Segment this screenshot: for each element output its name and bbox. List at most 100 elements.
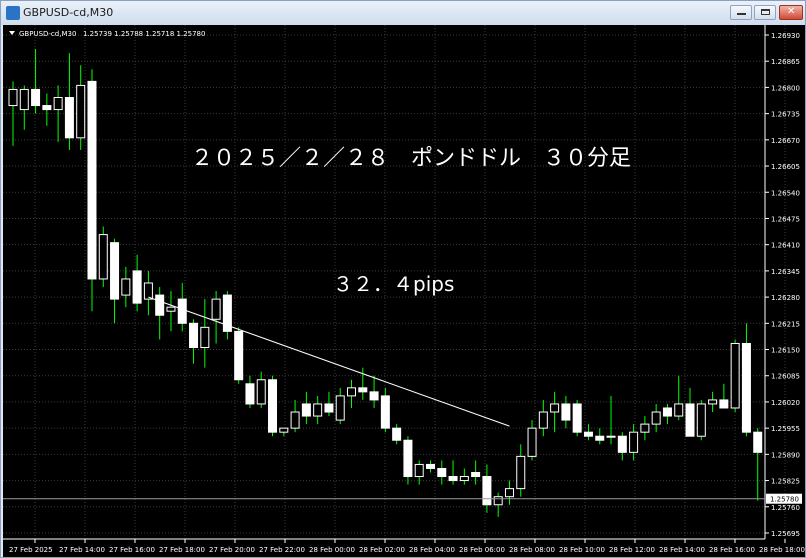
candle-body-bear	[301, 403, 311, 417]
candle-body-bull	[19, 88, 29, 111]
price-tick-label: 1.26410	[771, 242, 800, 250]
chart-header-arrow-icon	[9, 31, 15, 35]
time-tick-label: 28 Feb 12:00	[609, 546, 655, 554]
time-tick-label: 28 Feb 14:00	[659, 546, 705, 554]
candle-body-bear	[403, 439, 413, 478]
candle-body-bull	[696, 403, 706, 437]
price-tick-label: 1.26540	[771, 189, 800, 197]
candle-body-bear	[177, 298, 187, 324]
candle-body-bear	[234, 330, 244, 381]
candle-body-bull	[279, 427, 289, 433]
price-tick-label: 1.26345	[771, 268, 800, 276]
minimize-button[interactable]	[730, 5, 752, 20]
candle-body-bull	[674, 403, 684, 417]
price-tick-label: 1.26215	[771, 320, 800, 328]
price-tick-label: 1.26150	[771, 347, 800, 355]
candle-body-bull	[290, 411, 300, 429]
symbol-timeframe: GBPUSD-cd,M30	[19, 30, 76, 38]
chart-window-icon	[6, 6, 20, 20]
candle-body-bear	[87, 80, 97, 280]
candle-body-bull	[550, 403, 560, 413]
candle-body-bear	[482, 476, 492, 506]
window-title: GBPUSD-cd,M30	[23, 6, 114, 19]
candle-body-bear	[437, 467, 447, 478]
price-tick-label: 1.26605	[771, 163, 800, 171]
candle-body-bear	[425, 463, 435, 469]
candle-body-bear	[132, 270, 142, 304]
candle-body-bear	[572, 403, 582, 433]
time-tick-label: 27 Feb 22:00	[259, 546, 305, 554]
price-tick-label: 1.25890	[771, 451, 800, 459]
minimize-icon	[737, 13, 746, 15]
candle-body-bear	[719, 399, 729, 409]
overlay: 1.25780	[3, 296, 802, 504]
candle-body-bull	[313, 403, 323, 417]
price-tick-label: 1.26865	[771, 58, 800, 66]
candle-body-bull	[8, 88, 18, 107]
candle-body-bear	[595, 435, 605, 441]
candle-body-bear	[64, 97, 74, 139]
time-tick-label: 28 Feb 16:00	[709, 546, 755, 554]
maximize-icon	[761, 9, 770, 15]
time-tick-label: 28 Feb 10:00	[559, 546, 605, 554]
price-chart[interactable]: 1.26930 1.26865 1.26800 1.26735 1.26670 1.266…	[3, 25, 805, 557]
price-axis: 1.26930 1.26865 1.26800 1.26735 1.26670 1.266…	[764, 25, 800, 539]
maximize-button[interactable]	[754, 5, 776, 20]
candle-body-bear	[685, 403, 695, 437]
time-tick-label: 27 Feb 14:00	[59, 546, 105, 554]
close-button[interactable]: ✕	[779, 5, 803, 20]
candle-body-bear	[189, 322, 199, 349]
candle-body-bull	[414, 463, 424, 478]
candle-body-bull	[504, 488, 514, 498]
candle-body-bear	[561, 403, 571, 421]
candle-body-bull	[516, 455, 526, 490]
candle-body-bull	[256, 379, 266, 405]
candle-body-bear	[324, 403, 334, 413]
candle-body-bull	[211, 298, 221, 320]
candle-body-bull	[708, 399, 718, 405]
pips-annotation: ３２．４pips	[333, 272, 454, 296]
time-tick-label: 28 Feb 06:00	[459, 546, 505, 554]
price-tick-label: 1.26670	[771, 137, 800, 145]
candle-body-bear	[471, 472, 481, 478]
candle-body-bull	[347, 387, 357, 397]
price-tick-label: 1.26475	[771, 215, 800, 223]
price-tick-label: 1.25955	[771, 425, 800, 433]
candle-body-bear	[662, 407, 672, 417]
ohlc-values: 1.25739 1.25788 1.25718 1.25780	[83, 30, 205, 38]
candle-body-bear	[245, 383, 255, 405]
title-bar[interactable]: GBPUSD-cd,M30 ✕	[1, 1, 805, 25]
terminal-window: GBPUSD-cd,M30 ✕ 1.26930 1.26865 1.26800 1.2…	[0, 0, 806, 558]
time-tick-label: 28 Feb 08:00	[509, 546, 555, 554]
price-tick-label: 1.25825	[771, 478, 800, 486]
candle-body-bull	[629, 431, 639, 453]
price-tick-label: 1.26930	[771, 32, 800, 40]
price-tick-label: 1.25695	[771, 530, 800, 538]
price-tick-label: 1.26800	[771, 84, 800, 92]
candle-body-bear	[155, 294, 165, 316]
candle-body-bear	[369, 391, 379, 401]
candle-body-bull	[640, 423, 650, 433]
candle-body-bear	[110, 242, 120, 300]
candle-body-bull	[143, 282, 153, 300]
candle-body-bull	[538, 411, 548, 429]
chart-area[interactable]: 1.26930 1.26865 1.26800 1.26735 1.26670 1.266…	[3, 25, 805, 557]
chart-header: GBPUSD-cd,M30 1.25739 1.25788 1.25718 1.…	[9, 30, 205, 38]
candle-body-bear	[617, 435, 627, 453]
candle-body-bull	[121, 278, 131, 296]
candle-body-bull	[651, 411, 661, 425]
candle-body-bear	[583, 431, 593, 437]
candle-body-bull	[166, 306, 176, 312]
candle-body-bull	[335, 395, 345, 421]
candle-body-bull	[200, 326, 210, 349]
candle-body-bull	[606, 435, 616, 438]
time-tick-label: 28 Feb 18:00	[759, 546, 805, 554]
close-icon: ✕	[787, 6, 796, 17]
candle-body-bear	[380, 395, 390, 429]
time-tick-label: 28 Feb 00:00	[309, 546, 355, 554]
candle-body-bear	[42, 105, 52, 111]
candle-body-bull	[730, 342, 740, 409]
price-tick-label: 1.26735	[771, 111, 800, 119]
price-tick-label: 1.26280	[771, 294, 800, 302]
candle-body-bear	[448, 476, 458, 482]
